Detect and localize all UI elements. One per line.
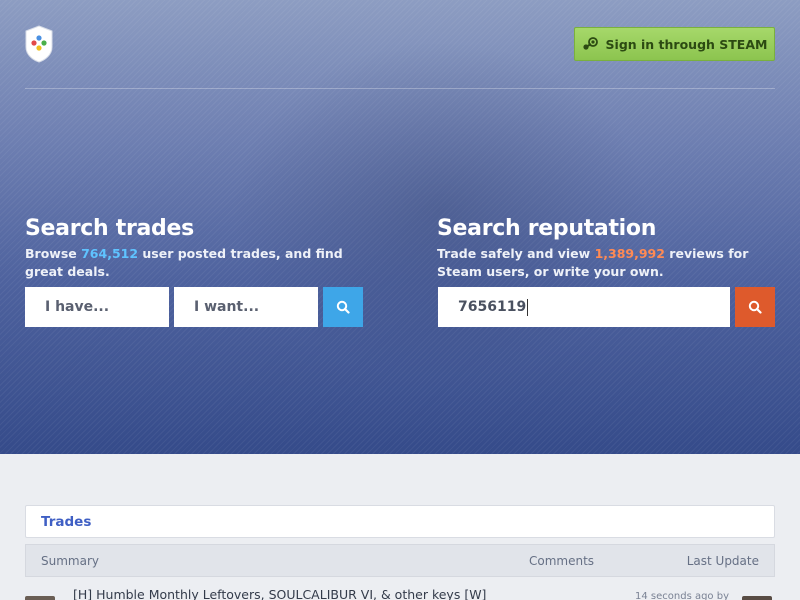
last-update-text: 14 seconds ago by	[635, 591, 729, 600]
column-comments: Comments	[529, 554, 595, 568]
search-trades-description: Browse 764,512 user posted trades, and f…	[25, 245, 365, 281]
steam-sign-in-button[interactable]: Sign in through STEAM	[574, 27, 775, 61]
steam-sign-in-label: Sign in through STEAM	[605, 36, 768, 52]
desc-prefix: Browse	[25, 246, 82, 261]
trades-panel-header: Trades	[25, 505, 775, 538]
site-logo-icon[interactable]	[25, 25, 53, 63]
i-want-placeholder: I want...	[194, 299, 260, 315]
game-thumbnail	[25, 596, 55, 600]
search-icon	[748, 300, 762, 314]
search-trades-title: Search trades	[25, 216, 194, 241]
search-reputation-button[interactable]	[735, 287, 775, 327]
text-caret	[527, 298, 529, 316]
search-reputation-title: Search reputation	[437, 216, 657, 241]
search-reputation-description: Trade safely and view 1,389,992 reviews …	[437, 245, 782, 281]
search-icon	[336, 300, 350, 314]
reviews-count: 1,389,992	[594, 246, 665, 261]
avatar[interactable]	[742, 596, 772, 600]
column-last-update: Last Update	[686, 554, 759, 568]
search-trades-section: Search trades Browse 764,512 user posted…	[25, 216, 365, 281]
table-header: Summary Comments Last Update	[25, 544, 775, 577]
trade-summary-link[interactable]: [H] Humble Monthly Leftovers, SOULCALIBU…	[73, 587, 486, 600]
table-row[interactable]: [H] Humble Monthly Leftovers, SOULCALIBU…	[25, 578, 775, 600]
search-trades-button[interactable]	[323, 287, 363, 327]
tab-trades[interactable]: Trades	[41, 514, 91, 530]
steam-icon	[582, 37, 598, 50]
trades-count: 764,512	[81, 246, 139, 261]
desc-prefix: Trade safely and view	[437, 246, 595, 261]
search-reputation-section: Search reputation Trade safely and view …	[437, 216, 782, 281]
reputation-search-input[interactable]: 7656119	[438, 287, 730, 327]
i-have-input[interactable]: I have...	[25, 287, 169, 327]
column-summary: Summary	[41, 554, 99, 568]
i-want-input[interactable]: I want...	[174, 287, 318, 327]
hero-divider	[25, 88, 775, 89]
reputation-input-value: 7656119	[458, 299, 527, 315]
i-have-placeholder: I have...	[45, 299, 110, 315]
